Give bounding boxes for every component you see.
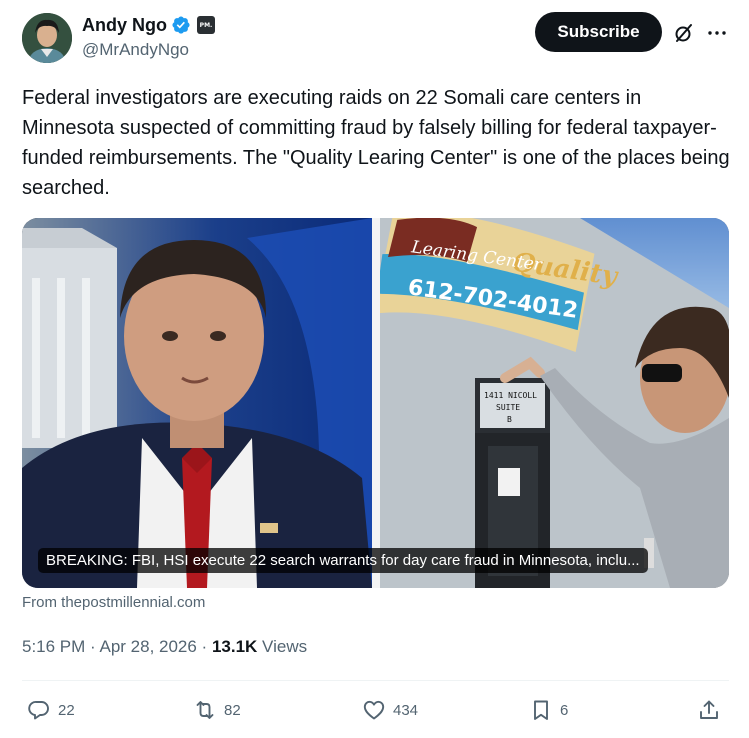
heart-icon	[363, 700, 385, 720]
card-caption: BREAKING: FBI, HSI execute 22 search war…	[38, 548, 648, 573]
repost-icon	[196, 701, 214, 719]
door-address: 1411 NICOLL	[484, 391, 537, 400]
card-image-right: Quality Learing Center 612-702-4012 1411…	[380, 218, 729, 588]
door-suite-letter: B	[507, 415, 512, 424]
tweet-text: Federal investigators are executing raid…	[22, 87, 730, 199]
tweet-timestamp[interactable]: 5:16 PM · Apr 28, 2026 ·	[22, 637, 212, 656]
bookmark-icon	[534, 700, 548, 720]
views-label: Views	[257, 637, 308, 656]
views-count: 13.1K	[211, 637, 258, 656]
bookmark-button[interactable]: 6	[529, 696, 568, 724]
link-card[interactable]: Quality Learing Center 612-702-4012 1411…	[22, 218, 729, 588]
card-source[interactable]: From thepostmillennial.com	[22, 594, 205, 611]
bookmark-count: 6	[560, 701, 569, 719]
reply-button[interactable]: 22	[27, 696, 75, 724]
author-display-name[interactable]: Andy Ngo	[82, 15, 167, 36]
share-icon	[700, 700, 718, 719]
grok-icon[interactable]	[672, 21, 696, 45]
divider	[22, 680, 729, 681]
avatar[interactable]	[22, 13, 72, 63]
reply-count: 22	[58, 701, 75, 719]
author-block: Andy Ngo PM. @MrAndyNgo	[82, 14, 215, 60]
reply-icon	[28, 701, 49, 720]
tweet-meta: 5:16 PM · Apr 28, 2026 · 13.1K Views	[22, 637, 307, 657]
like-count: 434	[393, 701, 419, 719]
card-image-left	[22, 218, 372, 588]
repost-button[interactable]: 82	[193, 696, 241, 724]
affiliation-badge[interactable]: PM.	[197, 16, 215, 34]
subscribe-button[interactable]: Subscribe	[535, 12, 662, 52]
repost-count: 82	[224, 701, 241, 719]
author-handle[interactable]: @MrAndyNgo	[82, 40, 215, 60]
more-options-icon[interactable]	[705, 21, 729, 45]
verified-badge-icon[interactable]	[171, 15, 191, 35]
like-button[interactable]: 434	[362, 696, 418, 724]
card-divider	[372, 218, 380, 588]
share-button[interactable]	[697, 696, 721, 724]
door-suite: SUITE	[496, 403, 520, 412]
